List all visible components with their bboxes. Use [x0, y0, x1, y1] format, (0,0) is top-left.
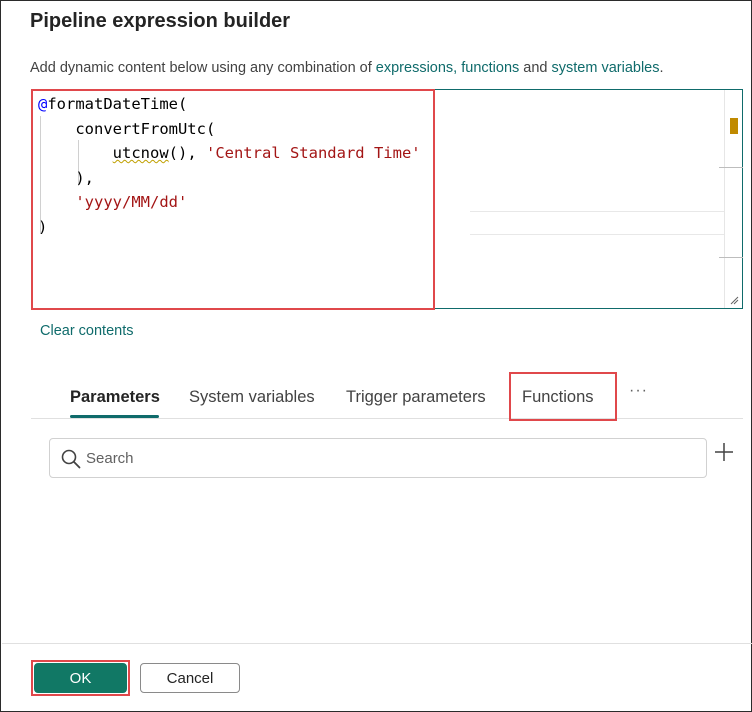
- clear-contents-link[interactable]: Clear contents: [40, 323, 134, 339]
- current-line-highlight: [470, 211, 724, 235]
- code-line-4: ),: [38, 166, 421, 191]
- tab-trigger-parameters[interactable]: Trigger parameters: [346, 388, 486, 407]
- tab-parameters[interactable]: Parameters: [70, 388, 160, 407]
- code-token: ),: [75, 168, 94, 187]
- at-symbol: @: [38, 95, 48, 113]
- tab-functions[interactable]: Functions: [522, 388, 594, 407]
- expressions-functions-link[interactable]: expressions, functions: [376, 60, 519, 76]
- description-text: Add dynamic content below using any comb…: [30, 60, 376, 76]
- dialog: Pipeline expression builder Add dynamic …: [0, 0, 752, 712]
- scroll-marker: [730, 118, 738, 134]
- code-line-3: utcnow(), 'Central Standard Time': [38, 141, 421, 166]
- active-tab-indicator: [70, 415, 159, 418]
- ok-button[interactable]: OK: [34, 663, 127, 693]
- tab-bar: Parameters System variables Trigger para…: [31, 379, 743, 419]
- more-tabs-icon[interactable]: ···: [629, 382, 648, 400]
- scroll-divider: [719, 257, 743, 258]
- code-string: 'Central Standard Time': [205, 144, 421, 162]
- scroll-divider: [719, 167, 743, 168]
- code-string: 'yyyy/MM/dd': [75, 193, 188, 211]
- description-end: .: [659, 60, 664, 76]
- code-token: convertFromUtc(: [75, 119, 216, 138]
- description-and: and: [519, 60, 552, 76]
- search-box: [49, 438, 707, 478]
- code-line-1: @formatDateTime(: [38, 92, 421, 117]
- cancel-button[interactable]: Cancel: [140, 663, 240, 693]
- code-token: formatDateTime(: [47, 95, 188, 113]
- tab-system-variables[interactable]: System variables: [189, 388, 315, 407]
- footer-divider: [2, 643, 752, 644]
- code-token: (),: [168, 144, 206, 162]
- resize-handle-icon[interactable]: [730, 296, 739, 305]
- search-input[interactable]: [86, 443, 686, 473]
- code-line-6: ): [38, 215, 421, 240]
- system-variables-link[interactable]: system variables: [552, 60, 660, 76]
- dialog-title: Pipeline expression builder: [30, 10, 291, 32]
- code-token: ): [38, 217, 48, 236]
- editor-scrollbar[interactable]: [719, 90, 743, 308]
- expression-editor[interactable]: @formatDateTime( convertFromUtc( utcnow(…: [31, 89, 743, 309]
- code-line-5: 'yyyy/MM/dd': [38, 190, 421, 215]
- add-icon[interactable]: [713, 441, 735, 463]
- dialog-description: Add dynamic content below using any comb…: [30, 60, 664, 76]
- code-token: utcnow: [112, 144, 169, 162]
- search-icon: [61, 449, 81, 469]
- code-line-2: convertFromUtc(: [38, 117, 421, 142]
- code-content: @formatDateTime( convertFromUtc( utcnow(…: [38, 92, 421, 239]
